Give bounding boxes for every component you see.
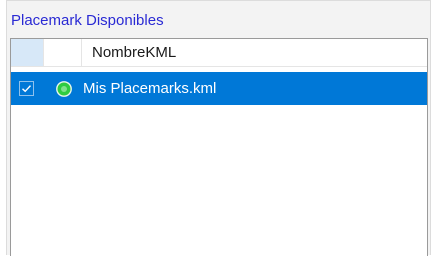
green-placemark-icon	[55, 80, 73, 98]
list-header: NombreKML	[11, 39, 427, 67]
list-item[interactable]: Mis Placemarks.kml	[11, 72, 427, 105]
column-header-icon[interactable]	[44, 39, 82, 66]
row-name: Mis Placemarks.kml	[83, 80, 217, 97]
placemark-groupbox: Placemark Disponibles NombreKML Mis Plac…	[6, 0, 431, 256]
row-checkbox[interactable]	[19, 81, 34, 96]
placemark-listview[interactable]: NombreKML Mis Placemarks.kml	[10, 38, 428, 256]
column-header-nombrekml[interactable]: NombreKML	[82, 39, 427, 66]
column-header-check[interactable]	[11, 39, 44, 66]
group-title: Placemark Disponibles	[11, 12, 164, 29]
checkmark-icon	[22, 85, 32, 93]
